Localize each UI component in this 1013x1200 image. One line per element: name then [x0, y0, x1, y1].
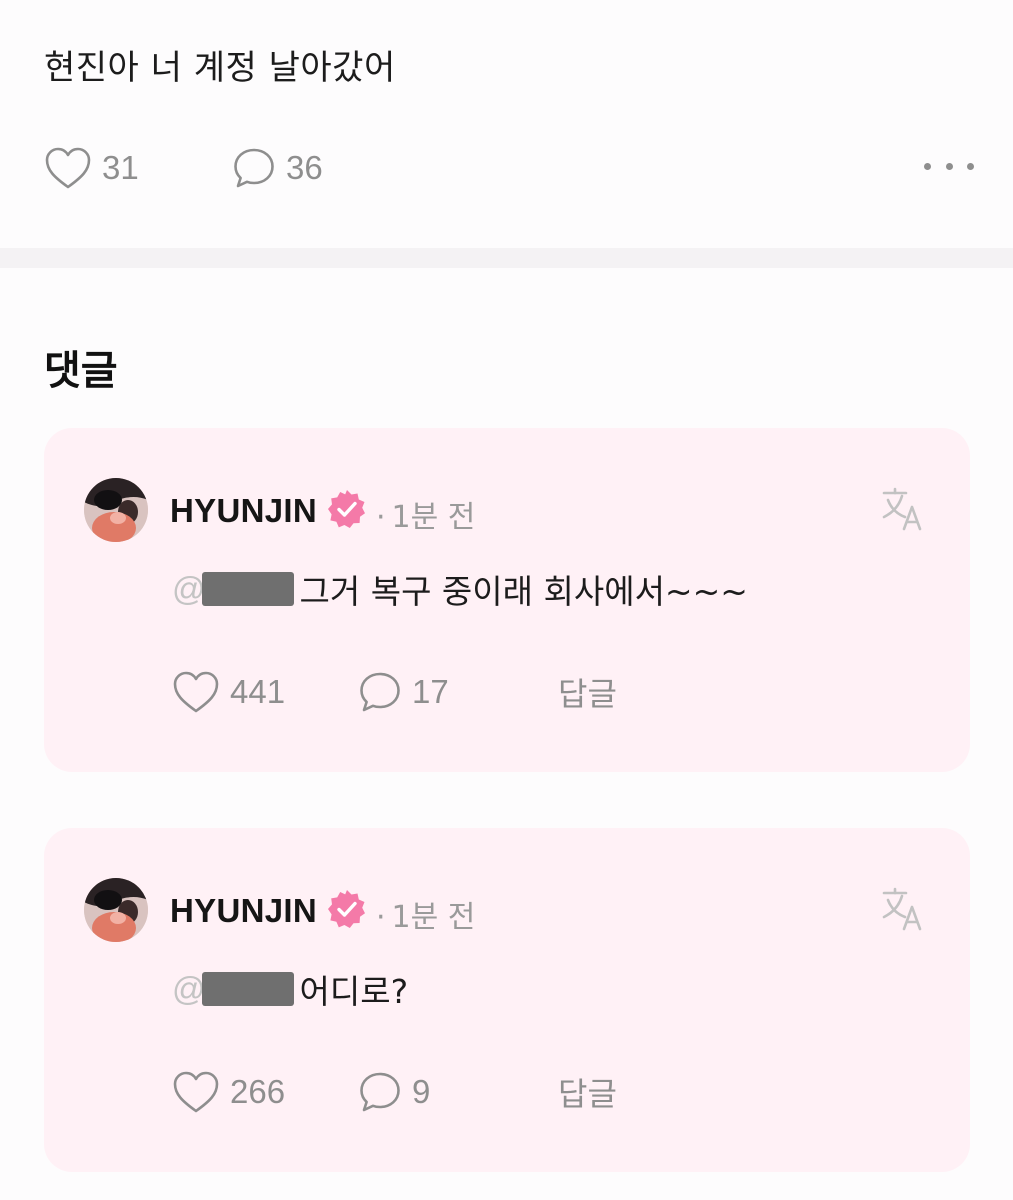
- comment-text: 어디로?: [299, 972, 409, 1011]
- post-like-button[interactable]: 31: [44, 140, 139, 196]
- comment-text: 그거 복구 중이래 회사에서~~~: [299, 572, 748, 611]
- comment-bubble-icon: [360, 672, 400, 712]
- comment-timestamp: · 1분 전: [376, 500, 476, 535]
- comment-replies-button[interactable]: 9: [358, 1068, 430, 1116]
- post-like-count: 31: [102, 149, 139, 186]
- comment-replies-button[interactable]: 17: [358, 668, 449, 716]
- comment-card: HYUNJIN · 1분 전 @ 그거 복구 중이래 회사에서~~~ 441 1…: [44, 428, 970, 772]
- translate-icon[interactable]: [880, 886, 926, 932]
- post-comment-button[interactable]: 36: [232, 140, 323, 196]
- mention-redacted[interactable]: @: [172, 970, 294, 1008]
- reply-button[interactable]: 답글: [558, 1068, 617, 1116]
- username[interactable]: HYUNJIN: [170, 892, 317, 930]
- comment-body: @ 어디로?: [172, 964, 408, 1014]
- redaction-bar: [201, 572, 294, 606]
- comment-like-count: 266: [230, 1073, 286, 1110]
- comment-reply-count: 9: [412, 1073, 431, 1110]
- heart-icon: [173, 1071, 219, 1113]
- heart-icon: [45, 147, 91, 189]
- comments-section-title: 댓글: [44, 348, 118, 394]
- verified-badge-icon: [328, 890, 365, 928]
- translate-icon[interactable]: [880, 486, 926, 532]
- mention-redacted[interactable]: @: [172, 570, 294, 608]
- comment-like-button[interactable]: 441: [172, 668, 285, 716]
- heart-icon: [173, 671, 219, 713]
- comment-timestamp: · 1분 전: [376, 900, 476, 935]
- redaction-bar: [201, 972, 294, 1006]
- avatar[interactable]: [84, 878, 148, 942]
- comment-like-count: 441: [230, 673, 286, 710]
- post-text: 현진아 너 계정 날아갔어: [44, 48, 396, 88]
- comment-actions: 266 9 답글: [172, 1068, 672, 1116]
- more-horizontal-icon[interactable]: [924, 156, 974, 176]
- section-divider: [0, 248, 1013, 268]
- avatar[interactable]: [84, 478, 148, 542]
- post-actions: 31 36: [44, 140, 974, 196]
- comment-reply-count: 17: [412, 673, 449, 710]
- comment-like-button[interactable]: 266: [172, 1068, 285, 1116]
- comment-body: @ 그거 복구 중이래 회사에서~~~: [172, 564, 748, 614]
- comment-card: HYUNJIN · 1분 전 @ 어디로? 266 9 답글: [44, 828, 970, 1172]
- username[interactable]: HYUNJIN: [170, 492, 317, 530]
- comment-actions: 441 17 답글: [172, 668, 672, 716]
- comment-bubble-icon: [234, 148, 274, 188]
- post-comment-count: 36: [286, 149, 323, 186]
- reply-button[interactable]: 답글: [558, 668, 617, 716]
- comment-bubble-icon: [360, 1072, 400, 1112]
- verified-badge-icon: [328, 490, 365, 528]
